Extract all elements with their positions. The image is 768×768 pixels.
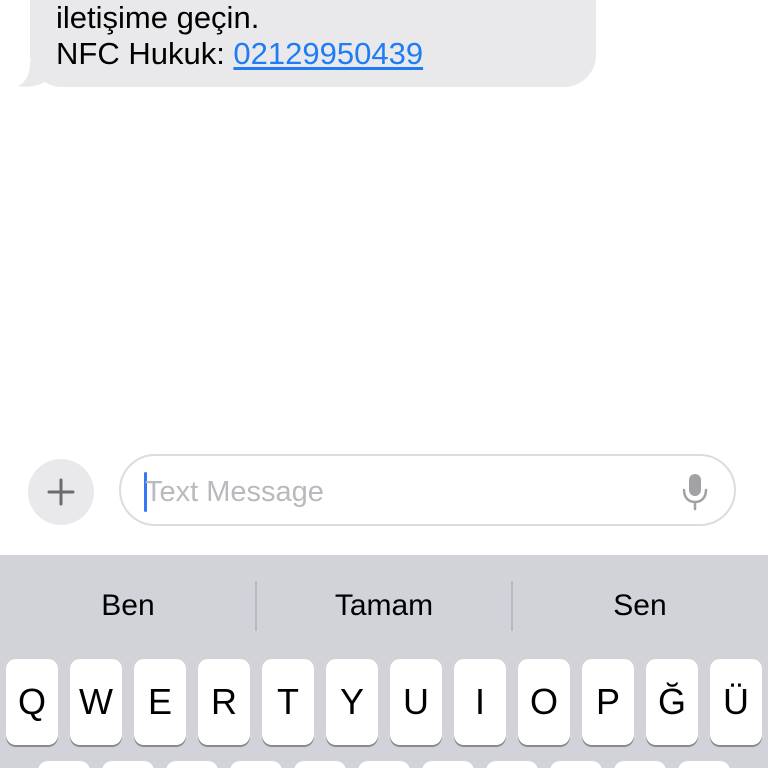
key-row-2-top <box>422 761 474 768</box>
key-o[interactable]: O <box>518 659 570 745</box>
key-row-1: Q W E R T Y U I O P Ğ Ü <box>0 659 768 747</box>
key-p[interactable]: P <box>582 659 634 745</box>
message-input-placeholder: Text Message <box>145 476 324 508</box>
key-row-2-top <box>294 761 346 768</box>
message-bubble: iletişime geçin. NFC Hukuk: 02129950439 <box>30 0 596 87</box>
key-row-2-top <box>486 761 538 768</box>
suggestion-3[interactable]: Sen <box>512 555 768 657</box>
message-input[interactable]: Text Message <box>119 454 736 526</box>
key-row-2-top <box>38 761 90 768</box>
key-q[interactable]: Q <box>6 659 58 745</box>
key-g-breve[interactable]: Ğ <box>646 659 698 745</box>
keyboard: Ben Tamam Sen Q W E R T Y U I O P Ğ Ü <box>0 555 768 768</box>
key-e[interactable]: E <box>134 659 186 745</box>
key-row-2-top <box>614 761 666 768</box>
key-row-2-top <box>358 761 410 768</box>
key-t[interactable]: T <box>262 659 314 745</box>
key-u[interactable]: U <box>390 659 442 745</box>
key-row-2-top <box>102 761 154 768</box>
key-w[interactable]: W <box>70 659 122 745</box>
microphone-icon[interactable] <box>682 473 708 511</box>
message-text-line: NFC Hukuk: 02129950439 <box>56 36 596 72</box>
key-row-2-top <box>166 761 218 768</box>
suggestion-1[interactable]: Ben <box>0 555 256 657</box>
predictive-suggestions: Ben Tamam Sen <box>0 555 768 657</box>
message-text-line: iletişime geçin. <box>56 0 260 35</box>
key-r[interactable]: R <box>198 659 250 745</box>
message-contact-label: NFC Hukuk: <box>56 36 234 71</box>
plus-icon <box>47 478 75 506</box>
add-attachment-button[interactable] <box>28 459 94 525</box>
key-row-2-top <box>550 761 602 768</box>
key-row-2-top <box>230 761 282 768</box>
suggestion-2[interactable]: Tamam <box>256 555 512 657</box>
key-row-2-top <box>678 761 730 768</box>
phone-number-link[interactable]: 02129950439 <box>233 36 423 71</box>
key-y[interactable]: Y <box>326 659 378 745</box>
key-i[interactable]: I <box>454 659 506 745</box>
key-u-umlaut[interactable]: Ü <box>710 659 762 745</box>
